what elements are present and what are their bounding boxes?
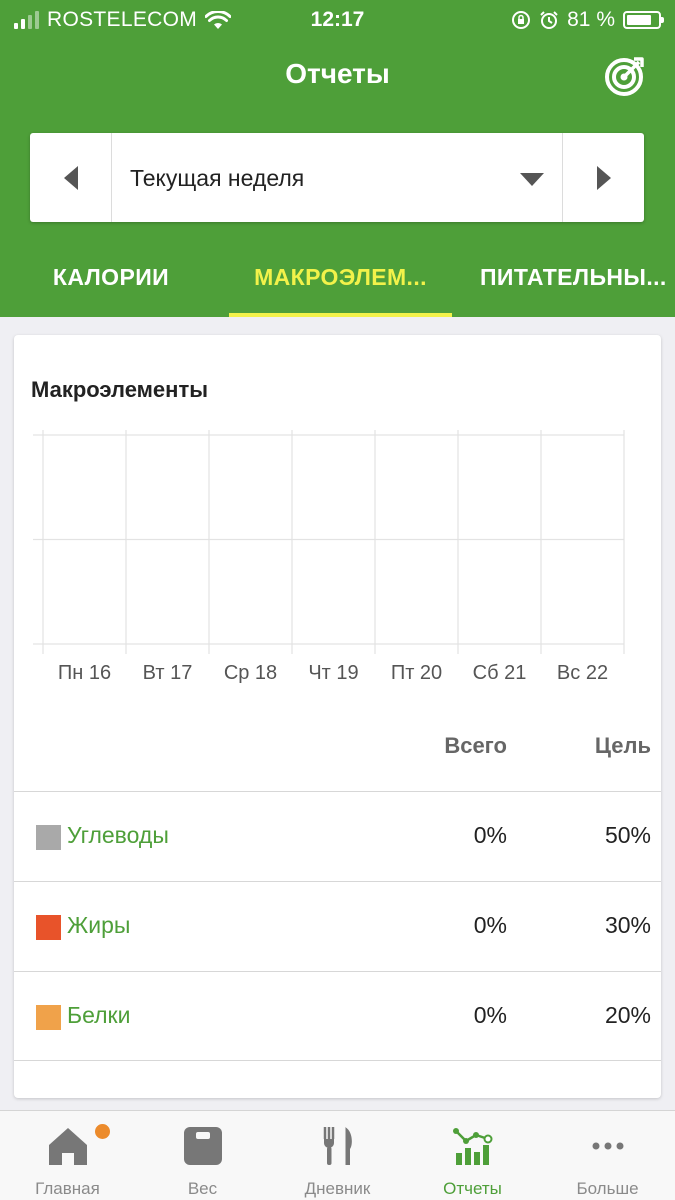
tab-calories[interactable]: КАЛОРИИ xyxy=(0,240,222,317)
macro-goal: 30% xyxy=(604,912,651,938)
macros-chart: Пн 16 Вт 17 Ср 18 Чт 19 Пт 20 Сб 21 Вс 22 xyxy=(33,430,625,684)
carbs-color-swatch xyxy=(36,825,61,850)
nav-label: Больше xyxy=(576,1179,639,1198)
chevron-left-icon xyxy=(63,165,78,190)
macro-total: 0% xyxy=(473,822,507,848)
nav-label: Главная xyxy=(35,1179,100,1198)
dropdown-triangle-icon[interactable] xyxy=(520,173,544,186)
chart-x-tick-label: Пт 20 xyxy=(391,662,442,684)
active-tab-indicator xyxy=(229,313,452,317)
alarm-icon xyxy=(540,11,558,29)
reports-chart-icon xyxy=(453,1128,493,1165)
card-title: Макроэлементы xyxy=(31,377,209,402)
nav-more[interactable]: Больше xyxy=(540,1111,675,1200)
nav-label: Дневник xyxy=(304,1179,371,1198)
macro-goal: 50% xyxy=(604,822,651,848)
macro-name[interactable]: Жиры xyxy=(67,912,130,939)
proteins-color-swatch xyxy=(36,1005,61,1030)
chart-x-tick-label: Вс 22 xyxy=(557,662,608,684)
rotation-lock-icon xyxy=(512,11,531,29)
chevron-right-icon xyxy=(596,165,611,190)
next-period-button[interactable] xyxy=(562,133,644,222)
macro-row-carbs[interactable]: Углеводы 0% 50% xyxy=(14,791,661,881)
previous-period-button[interactable] xyxy=(30,133,112,222)
nav-label: Отчеты xyxy=(443,1179,502,1198)
status-bar: ROSTELECOM 12:17 81 % xyxy=(0,0,675,38)
column-header-goal: Цель xyxy=(594,733,651,758)
chart-x-tick-label: Вт 17 xyxy=(143,662,193,684)
nav-diary[interactable]: Дневник xyxy=(270,1111,405,1200)
chart-x-tick-label: Чт 19 xyxy=(308,662,358,684)
battery-icon xyxy=(623,11,664,29)
macros-card: Макроэлементы Пн 16 Вт 17 Ср 18 Чт 19 Пт 20 С… xyxy=(14,335,661,1098)
nav-reports[interactable]: Отчеты xyxy=(405,1111,540,1200)
notification-badge xyxy=(95,1124,110,1139)
fats-color-swatch xyxy=(36,915,61,940)
more-dots-icon xyxy=(592,1142,624,1150)
chart-x-tick-label: Пн 16 xyxy=(58,662,111,684)
nav-label: Вес xyxy=(187,1179,218,1198)
macro-name[interactable]: Белки xyxy=(67,1002,130,1029)
report-tabs: КАЛОРИИ МАКРОЭЛЕМ... ПИТАТЕЛЬНЫ... xyxy=(0,240,675,317)
battery-percent: 81 % xyxy=(567,8,615,31)
target-goal-icon[interactable] xyxy=(603,54,647,98)
table-divider xyxy=(14,1060,661,1061)
nav-home[interactable]: Главная xyxy=(0,1111,135,1200)
date-range-label[interactable]: Текущая неделя xyxy=(130,165,304,192)
macro-total: 0% xyxy=(473,1002,507,1028)
bottom-navigation: Главная Вес Дневник Отчеты Больше xyxy=(0,1110,675,1200)
tab-nutrients[interactable]: ПИТАТЕЛЬНЫ... xyxy=(470,240,675,317)
chart-x-tick-label: Сб 21 xyxy=(473,662,527,684)
macro-total: 0% xyxy=(473,912,507,938)
macro-name[interactable]: Углеводы xyxy=(67,822,169,849)
fork-knife-icon xyxy=(323,1127,352,1165)
date-range-selector[interactable]: Текущая неделя xyxy=(30,133,644,222)
chart-x-tick-label: Ср 18 xyxy=(224,662,277,684)
column-header-total: Всего xyxy=(444,733,507,758)
macro-goal: 20% xyxy=(604,1002,651,1028)
page-title: Отчеты xyxy=(285,58,390,89)
macro-row-fats[interactable]: Жиры 0% 30% xyxy=(14,881,661,971)
scale-icon xyxy=(184,1127,222,1165)
home-icon xyxy=(49,1128,87,1165)
macro-row-proteins[interactable]: Белки 0% 20% xyxy=(14,971,661,1061)
nav-weight[interactable]: Вес xyxy=(135,1111,270,1200)
tab-macronutrients[interactable]: МАКРОЭЛЕМ... xyxy=(229,240,452,317)
